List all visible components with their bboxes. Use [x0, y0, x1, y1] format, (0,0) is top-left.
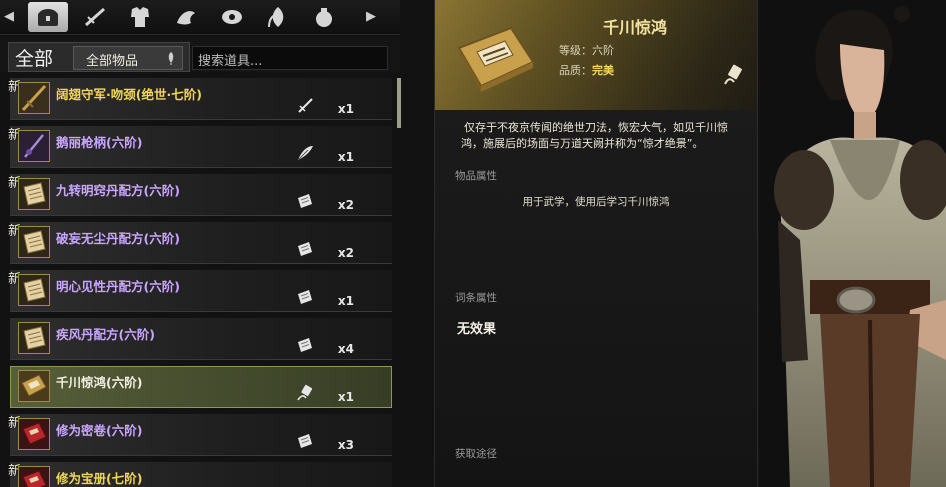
- category-tab-chest[interactable]: [28, 2, 68, 32]
- item-quantity: x1: [337, 150, 354, 164]
- item-name: 阔翅守军·吻颈(绝世·七阶): [56, 87, 202, 102]
- scroll-icon: [298, 290, 312, 304]
- list-item[interactable]: 新修为宝册(七阶): [8, 460, 392, 487]
- list-item[interactable]: 新破妄无尘丹配方(六阶) x2: [8, 220, 392, 264]
- item-filter-label: 全部物品: [86, 54, 139, 69]
- item-name: 鹅丽枪柄(六阶): [56, 135, 143, 150]
- category-tab-pouch[interactable]: [304, 2, 344, 32]
- list-item[interactable]: 新九转明窍丹配方(六阶) x2: [8, 172, 392, 216]
- scroll-tag-icon: [297, 384, 313, 401]
- category-tab-eye[interactable]: [212, 2, 252, 32]
- item-name: 千川惊鸿(六阶): [56, 375, 143, 390]
- item-detail-panel: 千川惊鸿 等级：六阶 品质：完美 仅存于不夜京传闻的绝世刀法，恢宏大气，如见千川…: [434, 0, 758, 487]
- item-quantity: x3: [337, 438, 354, 452]
- item-name: 修为宝册(七阶): [56, 471, 143, 486]
- item-thumbnail: [18, 82, 50, 114]
- feather-icon: [297, 146, 313, 161]
- category-tab-weapon[interactable]: [75, 2, 115, 32]
- list-scrollbar[interactable]: [397, 78, 401, 128]
- item-attr-label: 物品属性: [455, 170, 497, 182]
- item-name: 疾风丹配方(六阶): [56, 327, 155, 342]
- item-filter-dropdown[interactable]: 全部物品: [73, 46, 183, 70]
- entry-attr-label: 词条属性: [455, 292, 497, 304]
- character-portrait: [760, 0, 946, 487]
- list-item[interactable]: 新修为密卷(六阶) x3: [8, 412, 392, 456]
- item-list: 新阔翅守军·吻颈(绝世·七阶) x1 新鹅丽枪柄(六阶) x1 新九转明窍丹配方(六阶)…: [0, 76, 400, 487]
- item-name: 明心见性丹配方(六阶): [56, 279, 180, 294]
- scroll-tag-icon: [724, 64, 742, 85]
- item-thumbnail: [18, 370, 50, 402]
- weapon-icon: [85, 7, 105, 27]
- prev-category-arrow-icon[interactable]: ◀: [2, 8, 16, 26]
- item-name: 修为密卷(六阶): [56, 423, 143, 438]
- armor-icon: [131, 7, 149, 27]
- eye-icon: [222, 10, 242, 24]
- pouch-icon: [316, 8, 332, 27]
- tab-all-label: 全部: [15, 48, 54, 70]
- list-item[interactable]: 新明心见性丹配方(六阶) x1: [8, 268, 392, 312]
- item-thumbnail: [18, 178, 50, 210]
- item-quantity: x1: [337, 294, 354, 308]
- search-placeholder: 搜索道具...: [198, 54, 263, 69]
- item-quantity: x2: [337, 198, 354, 212]
- item-thumbnail: [18, 466, 50, 487]
- scroll-icon: [298, 242, 312, 256]
- list-item[interactable]: 新鹅丽枪柄(六阶) x1: [8, 124, 392, 168]
- quality-value: 完美: [592, 64, 614, 77]
- item-thumbnail: [18, 274, 50, 306]
- scroll-icon: [298, 338, 312, 352]
- item-thumbnail: [18, 226, 50, 258]
- scroll-icon: [298, 434, 312, 448]
- filter-row: 全部 全部物品 搜索道具...: [0, 38, 400, 72]
- quality-prefix: 品质：: [559, 64, 592, 77]
- herb-icon: [268, 7, 284, 28]
- item-thumbnail: [18, 130, 50, 162]
- item-quantity: x1: [337, 390, 354, 404]
- category-tab-herb[interactable]: [258, 2, 298, 32]
- item-name: 九转明窍丹配方(六阶): [56, 183, 180, 198]
- next-category-arrow-icon[interactable]: ▶: [364, 8, 378, 26]
- source-label[interactable]: 获取途径: [455, 446, 497, 461]
- item-thumbnail: [18, 418, 50, 450]
- book-icon: [457, 26, 535, 92]
- character-illustration: [760, 0, 946, 487]
- chest-icon: [38, 9, 58, 26]
- item-quantity: x2: [337, 246, 354, 260]
- tab-all[interactable]: 全部 全部物品: [8, 42, 190, 72]
- search-input[interactable]: 搜索道具...: [192, 46, 388, 70]
- list-item[interactable]: 疾风丹配方(六阶) x4: [8, 316, 392, 360]
- category-tab-dragon[interactable]: [166, 2, 206, 32]
- detail-grade: 等级：六阶: [559, 44, 614, 57]
- detail-header: 千川惊鸿 等级：六阶 品质：完美: [435, 0, 757, 110]
- category-tab-armor[interactable]: [120, 2, 160, 32]
- item-quantity: x4: [337, 342, 354, 356]
- item-quantity: x1: [337, 102, 354, 116]
- list-item[interactable]: 千川惊鸿(六阶) x1: [8, 364, 392, 408]
- entry-attr-value: 无效果: [457, 322, 497, 337]
- detail-quality: 品质：完美: [559, 62, 614, 78]
- dragon-icon: [177, 11, 195, 25]
- sword-icon: [298, 98, 313, 113]
- item-description: 仅存于不夜京传闻的绝世刀法，恢宏大气，如见千川惊鸿，施展后的场面与万道天阙并称为…: [461, 121, 728, 150]
- item-name: 破妄无尘丹配方(六阶): [56, 231, 180, 246]
- quill-icon: [168, 52, 174, 65]
- category-bar: ◀ ▶: [0, 0, 400, 35]
- list-item[interactable]: 新阔翅守军·吻颈(绝世·七阶) x1: [8, 76, 392, 120]
- item-attr-text: 用于武学，使用后学习千川惊鸿: [522, 196, 670, 208]
- detail-title: 千川惊鸿: [602, 18, 667, 37]
- scroll-icon: [298, 194, 312, 208]
- item-thumbnail: [18, 322, 50, 354]
